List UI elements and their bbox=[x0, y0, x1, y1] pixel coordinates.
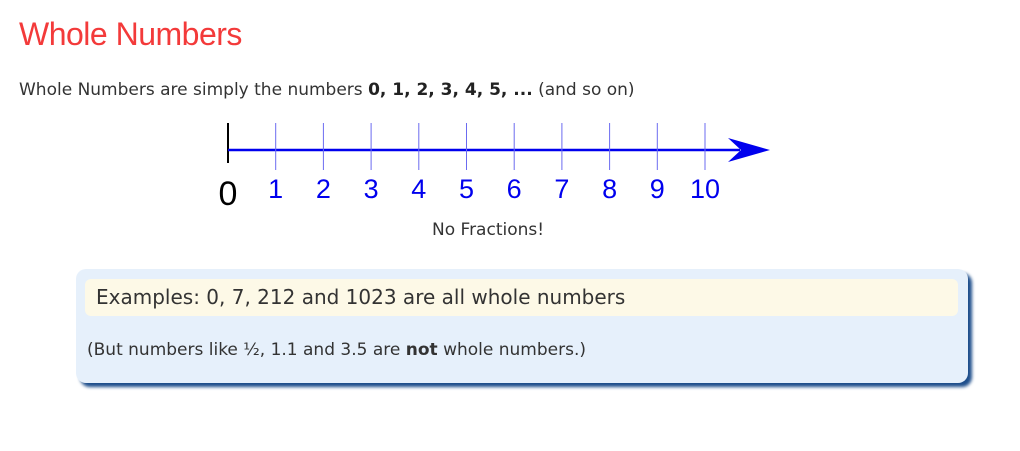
examples-box: Examples: 0, 7, 212 and 1023 are all who… bbox=[76, 269, 968, 383]
note-text: (But numbers like ½, 1.1 and 3.5 are bbox=[87, 340, 406, 360]
examples-note: (But numbers like ½, 1.1 and 3.5 are not… bbox=[87, 340, 586, 360]
tick-label-7: 7 bbox=[554, 174, 569, 204]
tick-label-9: 9 bbox=[650, 174, 665, 204]
tick-label-1: 1 bbox=[268, 174, 283, 204]
examples-text: Examples: 0, 7, 212 and 1023 are all who… bbox=[85, 279, 958, 316]
tick-label-0: 0 bbox=[219, 175, 238, 213]
tick-label-4: 4 bbox=[411, 174, 426, 204]
number-line-caption: No Fractions! bbox=[432, 220, 545, 240]
note-emphasis: not bbox=[405, 340, 438, 360]
number-line-labels: 0 1 2 3 4 5 6 7 8 9 10 bbox=[219, 174, 720, 213]
number-line-ticks bbox=[275, 123, 706, 170]
tick-label-6: 6 bbox=[507, 174, 522, 204]
note-suffix: whole numbers.) bbox=[437, 340, 586, 360]
tick-label-2: 2 bbox=[316, 174, 331, 204]
tick-label-3: 3 bbox=[364, 174, 379, 204]
tick-label-10: 10 bbox=[690, 174, 720, 204]
tick-label-5: 5 bbox=[459, 174, 474, 204]
tick-label-8: 8 bbox=[602, 174, 617, 204]
